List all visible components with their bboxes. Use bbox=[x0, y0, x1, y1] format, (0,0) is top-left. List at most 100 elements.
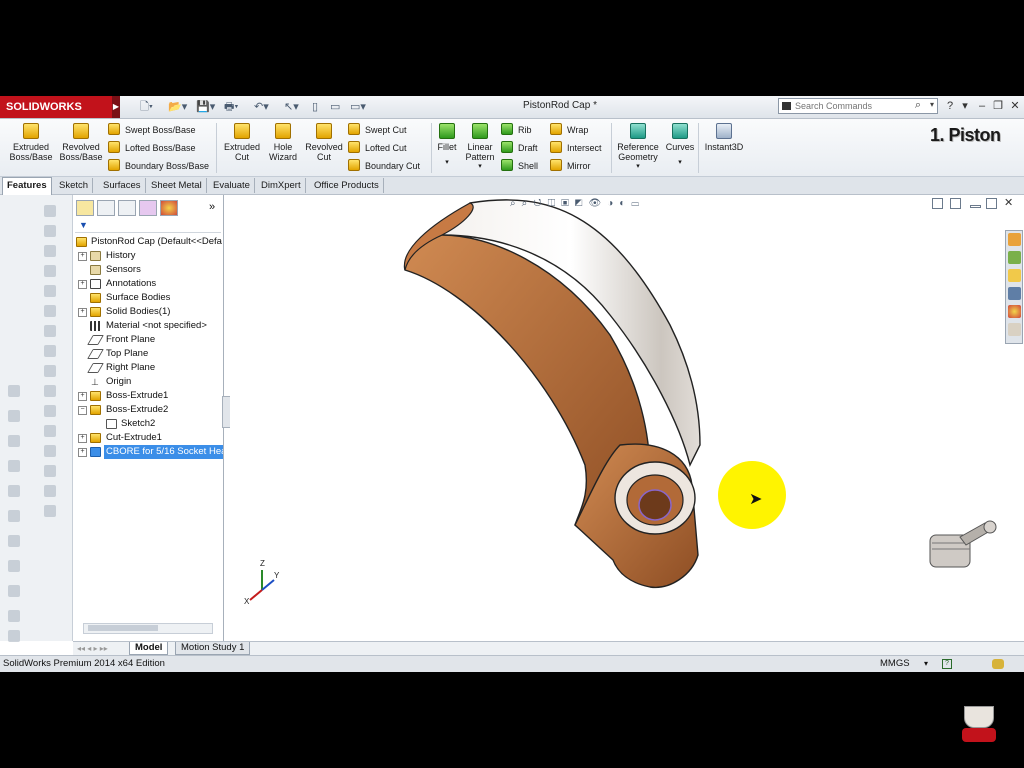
spline-on-surface-icon[interactable] bbox=[8, 610, 20, 622]
tab-office-products[interactable]: Office Products bbox=[310, 178, 384, 193]
undo-icon[interactable]: ↶▾ bbox=[254, 100, 269, 114]
viewport-minimize-button[interactable] bbox=[970, 205, 981, 208]
boundary-cut-button[interactable]: Boundary Cut bbox=[348, 158, 420, 174]
tree-item-sketch2[interactable]: Sketch2 bbox=[73, 417, 223, 431]
repair-sketch-icon[interactable] bbox=[44, 445, 56, 457]
open-document-icon[interactable]: 📂▾ bbox=[168, 100, 187, 114]
extruded-boss-button[interactable]: Extruded Boss/Base bbox=[6, 123, 56, 162]
relations-tool-icon[interactable] bbox=[44, 425, 56, 437]
feature-manager-tab-icon[interactable] bbox=[76, 200, 94, 216]
curves-button[interactable]: Curves ▾ bbox=[664, 123, 696, 168]
slot-tool-icon[interactable] bbox=[8, 510, 20, 522]
tree-item-boss-extrude2[interactable]: − Boss-Extrude2 bbox=[73, 403, 223, 417]
viewport-close-button[interactable]: ✕ bbox=[1004, 196, 1013, 209]
zoom-to-fit-icon[interactable]: ⌕ bbox=[510, 198, 522, 209]
shell-button[interactable]: Shell bbox=[501, 158, 538, 174]
point-tool-icon[interactable] bbox=[8, 485, 20, 497]
rebuild-icon[interactable]: ▯ bbox=[312, 100, 318, 114]
tree-item-front-plane[interactable]: Front Plane bbox=[73, 333, 223, 347]
restore-button[interactable]: ❐ bbox=[991, 99, 1005, 113]
chevron-right-icon[interactable]: » bbox=[209, 201, 215, 213]
close-button[interactable]: ✕ bbox=[1008, 99, 1022, 113]
custom-properties-icon[interactable] bbox=[1008, 323, 1021, 336]
expand-icon[interactable]: + bbox=[78, 308, 87, 317]
display-manager-tab-icon[interactable] bbox=[160, 200, 178, 216]
viewport-split-icon[interactable] bbox=[950, 198, 961, 209]
tree-horizontal-scrollbar[interactable] bbox=[83, 623, 213, 634]
tree-filter[interactable]: ▼ bbox=[75, 220, 221, 233]
construction-geometry-icon[interactable] bbox=[8, 435, 20, 447]
sketch-tool-icon[interactable] bbox=[44, 205, 56, 217]
tree-item-cbore[interactable]: + CBORE for 5/16 Socket Hea bbox=[73, 445, 223, 459]
options-icon[interactable]: ▭▾ bbox=[350, 100, 366, 114]
swept-cut-button[interactable]: Swept Cut bbox=[348, 122, 407, 138]
hole-wizard-button[interactable]: Hole Wizard bbox=[264, 123, 302, 162]
select-arrow-icon[interactable]: ↖▾ bbox=[284, 100, 299, 114]
convert-entities-icon[interactable] bbox=[8, 630, 20, 642]
extruded-cut-button[interactable]: Extruded Cut bbox=[220, 123, 264, 162]
viewport-restore-button[interactable] bbox=[986, 198, 997, 209]
tree-item-origin[interactable]: ⊥ Origin bbox=[73, 375, 223, 389]
rapid-sketch-icon[interactable] bbox=[44, 505, 56, 517]
print-icon[interactable]: 🖶▾ bbox=[224, 100, 238, 114]
zoom-area-icon[interactable]: ⌕ bbox=[522, 198, 534, 209]
chevron-down-icon[interactable]: ▾ bbox=[930, 100, 934, 109]
boundary-boss-button[interactable]: Boundary Boss/Base bbox=[108, 158, 209, 174]
reference-geometry-button[interactable]: Reference Geometry ▾ bbox=[614, 123, 662, 172]
revolved-boss-button[interactable]: Revolved Boss/Base bbox=[58, 123, 104, 162]
new-document-icon[interactable]: 🗋▾ bbox=[140, 100, 153, 114]
menu-arrow-icon[interactable]: ▶ bbox=[112, 96, 120, 118]
expand-icon[interactable]: + bbox=[78, 448, 87, 457]
circle-tool-icon[interactable] bbox=[44, 285, 56, 297]
solidworks-logo[interactable]: SOLIDWORKS bbox=[0, 96, 112, 118]
apply-scene-icon[interactable]: ◐ bbox=[619, 198, 631, 209]
reference-geometry-dropdown-icon[interactable]: ▾ bbox=[614, 162, 662, 172]
wrap-button[interactable]: Wrap bbox=[550, 122, 588, 138]
pattern-tool-icon[interactable] bbox=[44, 405, 56, 417]
linear-pattern-button[interactable]: Linear Pattern ▾ bbox=[462, 123, 498, 172]
revolved-cut-button[interactable]: Revolved Cut bbox=[302, 123, 346, 162]
save-icon[interactable]: 💾▾ bbox=[196, 100, 215, 114]
curves-dropdown-icon[interactable]: ▾ bbox=[664, 158, 696, 168]
tree-item-solid-bodies[interactable]: + Solid Bodies(1) bbox=[73, 305, 223, 319]
tab-evaluate[interactable]: Evaluate bbox=[209, 178, 255, 193]
tab-features[interactable]: Features bbox=[2, 177, 52, 195]
tree-item-annotations[interactable]: + Annotations bbox=[73, 277, 223, 291]
lofted-cut-button[interactable]: Lofted Cut bbox=[348, 140, 407, 156]
search-commands-box[interactable]: ⌕ ▾ bbox=[778, 98, 938, 114]
lofted-boss-button[interactable]: Lofted Boss/Base bbox=[108, 140, 196, 156]
units-dropdown-icon[interactable]: ▾ bbox=[924, 656, 928, 672]
tab-sheet-metal[interactable]: Sheet Metal bbox=[147, 178, 207, 193]
file-explorer-icon[interactable] bbox=[1008, 269, 1021, 282]
hide-show-items-icon[interactable]: 👁 bbox=[589, 198, 608, 209]
tree-item-history[interactable]: + History bbox=[73, 249, 223, 263]
mirror-entities-icon[interactable] bbox=[44, 385, 56, 397]
appearances-scenes-icon[interactable] bbox=[1008, 305, 1021, 318]
help-dropdown-icon[interactable]: ▾ bbox=[958, 99, 972, 113]
fillet-dropdown-icon[interactable]: ▾ bbox=[434, 158, 460, 168]
move-entities-icon[interactable] bbox=[44, 485, 56, 497]
fillet-button[interactable]: Fillet ▾ bbox=[434, 123, 460, 168]
rib-button[interactable]: Rib bbox=[501, 122, 532, 138]
tab-model[interactable]: Model bbox=[129, 642, 169, 655]
expand-icon[interactable]: + bbox=[78, 434, 87, 443]
smart-dimension-icon[interactable] bbox=[44, 225, 56, 237]
centerline-icon[interactable] bbox=[8, 460, 20, 472]
line-tool-icon[interactable] bbox=[44, 245, 56, 257]
arc-tool-icon[interactable] bbox=[44, 305, 56, 317]
viewport-tile-icon[interactable] bbox=[932, 198, 943, 209]
rectangle-tool-icon[interactable] bbox=[44, 265, 56, 277]
spline-tool-icon[interactable] bbox=[44, 325, 56, 337]
tree-item-top-plane[interactable]: Top Plane bbox=[73, 347, 223, 361]
rebuild-status-icon[interactable] bbox=[992, 659, 1004, 669]
tab-sketch[interactable]: Sketch bbox=[55, 178, 94, 193]
help-status-icon[interactable]: ? bbox=[942, 659, 952, 669]
instant3d-button[interactable]: Instant3D bbox=[702, 123, 746, 152]
minimize-button[interactable]: – bbox=[975, 99, 989, 113]
draft-button[interactable]: Draft bbox=[501, 140, 538, 156]
units-indicator[interactable]: MMGS bbox=[880, 656, 910, 672]
help-icon[interactable]: ? bbox=[943, 99, 957, 113]
tab-scroll-arrows[interactable]: ◂◂ ◂ ▸ ▸▸ bbox=[77, 644, 108, 653]
tree-item-surface-bodies[interactable]: Surface Bodies bbox=[73, 291, 223, 305]
expand-icon[interactable]: + bbox=[78, 280, 87, 289]
